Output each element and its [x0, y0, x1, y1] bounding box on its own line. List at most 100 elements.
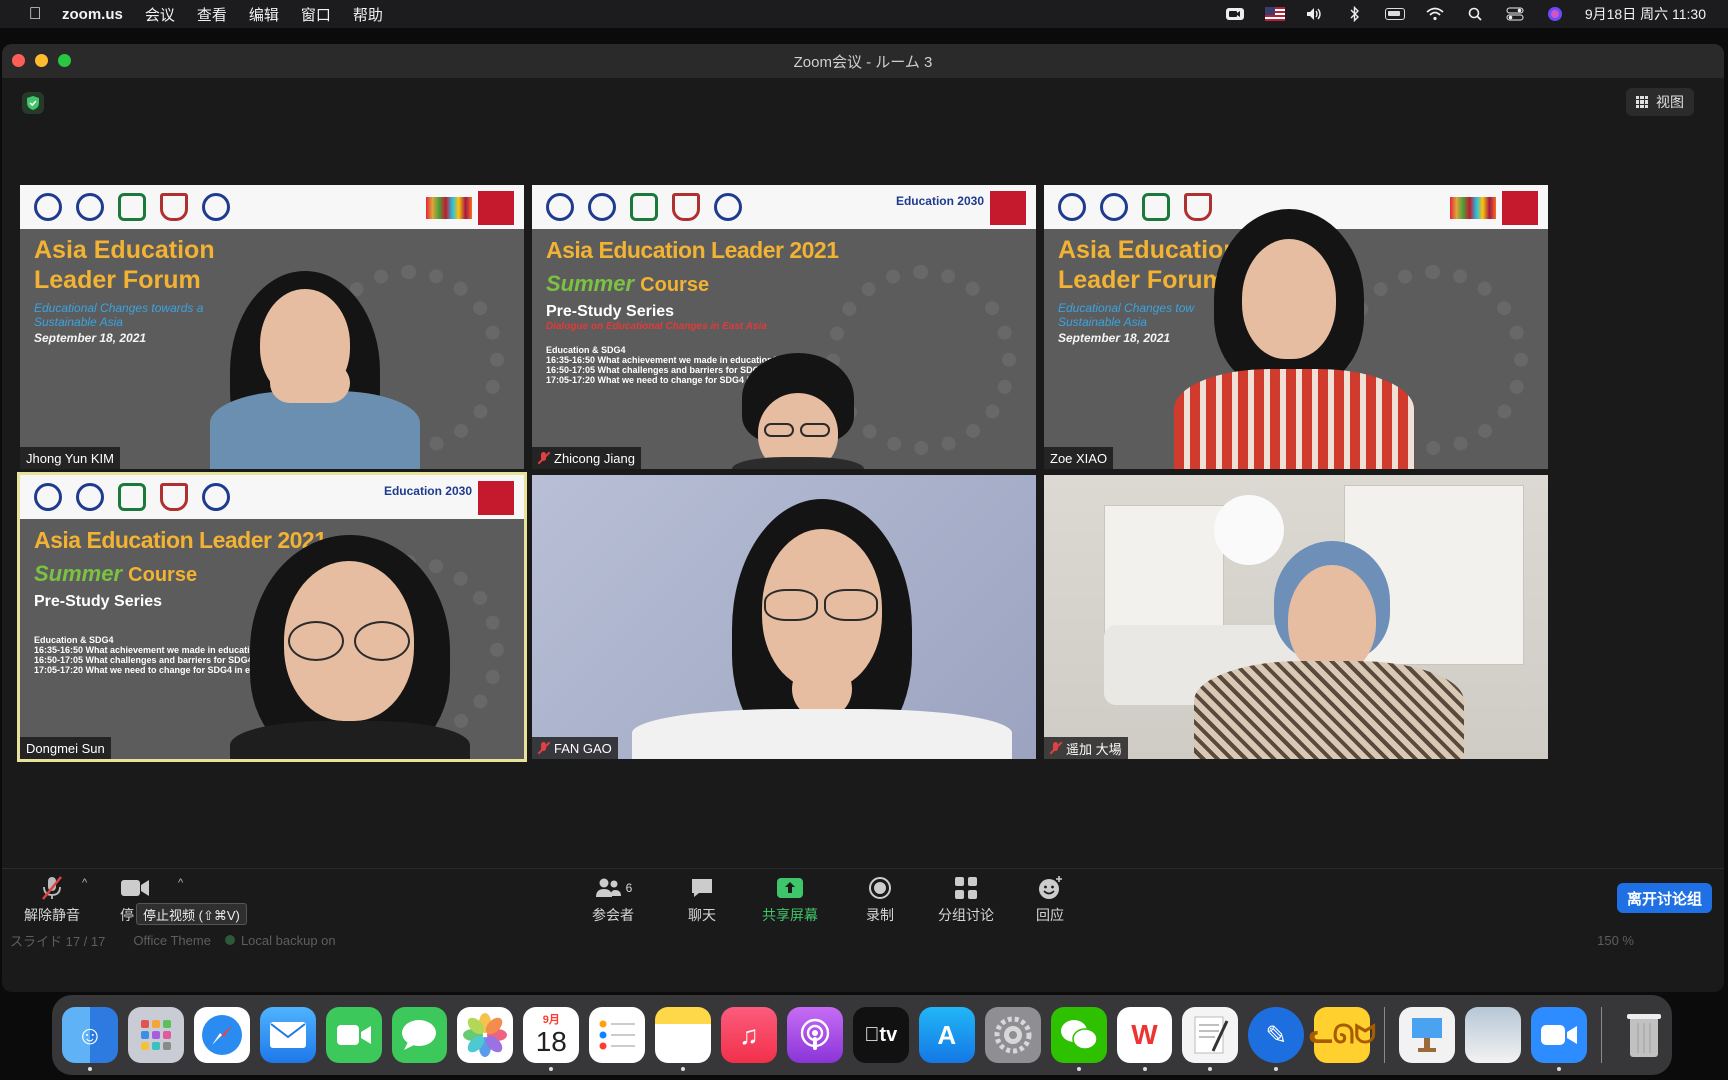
audio-options-chevron-icon[interactable]: ^: [82, 877, 87, 889]
reactions-button[interactable]: 回应: [1036, 875, 1064, 925]
dock-podcasts[interactable]: [786, 1007, 843, 1063]
podcasts-icon: [800, 1018, 830, 1050]
dock-reminders[interactable]: [589, 1007, 646, 1063]
video-tile-fan-gao[interactable]: FAN GAO: [532, 475, 1036, 759]
menu-edit[interactable]: 编辑: [249, 4, 279, 25]
dock-music[interactable]: ♫: [721, 1007, 777, 1063]
wechat-icon: [1060, 1020, 1098, 1050]
slide-logo-banner: Education 2030: [20, 475, 524, 519]
battery-icon[interactable]: [1384, 6, 1405, 22]
dock-keynote-document[interactable]: [1399, 1007, 1456, 1063]
close-window-button[interactable]: [12, 54, 25, 67]
dock-wechat[interactable]: [1050, 1007, 1107, 1071]
breakout-rooms-label: 分组讨论: [938, 907, 994, 923]
menu-view[interactable]: 查看: [197, 4, 227, 25]
mail-envelope-icon: [269, 1022, 306, 1048]
share-screen-button[interactable]: 共享屏幕: [762, 875, 818, 925]
slide-title: Asia Education Leader Forum: [1058, 235, 1239, 295]
encryption-shield-icon[interactable]: [22, 92, 44, 114]
menubar-status: 9月18日 周六 11:30: [1225, 0, 1706, 28]
dock-trash[interactable]: [1616, 1007, 1672, 1063]
unmute-button[interactable]: 解除静音: [24, 875, 80, 925]
finder-icon: ☺: [76, 1019, 104, 1050]
dock-cat-app[interactable]: ᓚᘏᗢ: [1309, 1007, 1376, 1063]
dock-zoom[interactable]: [1531, 1007, 1587, 1071]
university-logo-icon: [160, 483, 188, 511]
dock-preview-window[interactable]: [1465, 1007, 1522, 1063]
calendar-day: 18: [535, 1026, 567, 1057]
university-logo-icon: [1100, 193, 1128, 221]
dock-launchpad[interactable]: [127, 1007, 184, 1063]
record-button[interactable]: 录制: [866, 875, 894, 925]
university-logo-icon: [76, 193, 104, 221]
volume-icon[interactable]: [1305, 6, 1325, 22]
messages-bubble-icon: [402, 1020, 437, 1050]
dock-notes[interactable]: [655, 1007, 712, 1071]
dock-mail[interactable]: [259, 1007, 316, 1063]
video-tile-dongmei-sun[interactable]: Education 2030 Asia Education Leader 202…: [17, 472, 527, 762]
facetime-camera-icon: [336, 1025, 371, 1045]
menubar-menus: zoom.us 会议 查看 编辑 窗口 帮助: [62, 4, 383, 25]
stop-video-label: 停: [120, 907, 134, 923]
input-source-us-flag-icon[interactable]: [1264, 6, 1285, 22]
bluetooth-icon[interactable]: [1345, 6, 1365, 22]
pencil-icon: ✎: [1265, 1019, 1288, 1050]
menu-window[interactable]: 窗口: [301, 4, 331, 25]
siri-icon[interactable]: [1545, 6, 1565, 22]
spotlight-search-icon[interactable]: [1465, 6, 1485, 22]
dock-messages[interactable]: [391, 1007, 448, 1063]
dock-photos[interactable]: [457, 1007, 514, 1063]
sdg4-quality-education-icon: [1502, 191, 1538, 225]
video-options-chevron-icon[interactable]: ^: [178, 877, 183, 889]
dock-app-store[interactable]: A: [918, 1007, 975, 1063]
cat-face-icon: ᓚᘏᗢ: [1308, 1019, 1376, 1049]
minimize-window-button[interactable]: [35, 54, 48, 67]
video-tile-zhicong-jiang[interactable]: Education 2030 Asia Education Leader 202…: [532, 185, 1036, 469]
dock-finder[interactable]: ☺: [62, 1007, 118, 1071]
slide-subtitle-line: Sustainable Asia: [34, 315, 123, 329]
menubar-clock[interactable]: 9月18日 周六 11:30: [1585, 4, 1706, 24]
university-logo-icon: [1142, 193, 1170, 221]
university-logo-icon: [118, 483, 146, 511]
leave-breakout-room-button[interactable]: 离开讨论组: [1616, 883, 1712, 913]
control-center-icon[interactable]: [1505, 6, 1525, 22]
participant-name: FAN GAO: [554, 740, 612, 756]
fullscreen-window-button[interactable]: [58, 54, 71, 67]
university-logo-icon: [546, 193, 574, 221]
dock-facetime[interactable]: [325, 1007, 382, 1063]
menu-meeting[interactable]: 会议: [145, 4, 175, 25]
video-tile-jhong-yun-kim[interactable]: Asia Education Leader Forum Educational …: [20, 185, 524, 469]
participant-name-tag: Zhicong Jiang: [532, 447, 641, 469]
menu-help[interactable]: 帮助: [353, 4, 383, 25]
participant-name: Zhicong Jiang: [554, 450, 635, 466]
view-switch-button[interactable]: 视图: [1626, 88, 1694, 116]
dock-pencil-app[interactable]: ✎: [1248, 1007, 1305, 1071]
participants-button[interactable]: 6 参会者: [592, 875, 634, 925]
video-tile-haruka-oba[interactable]: 遥加 大場: [1044, 475, 1548, 759]
window-controls: [12, 54, 71, 67]
participants-icon: 6: [594, 875, 632, 901]
dock-safari[interactable]: [193, 1007, 250, 1063]
menu-app-name[interactable]: zoom.us: [62, 6, 123, 23]
chat-button[interactable]: 聊天: [688, 875, 716, 925]
apple-tv-label: tv: [871, 1023, 897, 1046]
dock-system-preferences[interactable]: [984, 1007, 1041, 1063]
video-tile-zoe-xiao[interactable]: Asia Education Leader Forum Educational …: [1044, 185, 1548, 469]
muted-mic-icon: [538, 742, 550, 754]
agenda-item: 16:50-17:05 What challenges and barriers…: [34, 655, 264, 665]
apple-icon[interactable]: : [22, 4, 48, 24]
slide-subtitle-line: Educational Changes towards a: [34, 301, 204, 315]
university-logo-icon: [34, 193, 62, 221]
textedit-document-icon: [1194, 1016, 1229, 1054]
zoom-video-status-icon[interactable]: [1225, 6, 1245, 22]
dock-textedit[interactable]: [1182, 1007, 1239, 1071]
dock-calendar[interactable]: 9月 18: [523, 1007, 580, 1071]
dock-apple-tv[interactable]: tv: [852, 1007, 909, 1063]
wifi-icon[interactable]: [1425, 6, 1445, 22]
participant-name-tag: 遥加 大場: [1044, 737, 1128, 759]
dock-wps-office[interactable]: W: [1116, 1007, 1173, 1071]
slide-title: Asia Education Leader 2021: [546, 237, 839, 263]
participant-name-tag: Dongmei Sun: [20, 737, 111, 759]
breakout-rooms-button[interactable]: 分组讨论: [938, 875, 994, 925]
meeting-toolbar: 解除静音 ^ 停 ^ 停止视频 (⇧⌘V) 6 参会者 聊天 共享屏幕 录制 分…: [2, 868, 1724, 930]
